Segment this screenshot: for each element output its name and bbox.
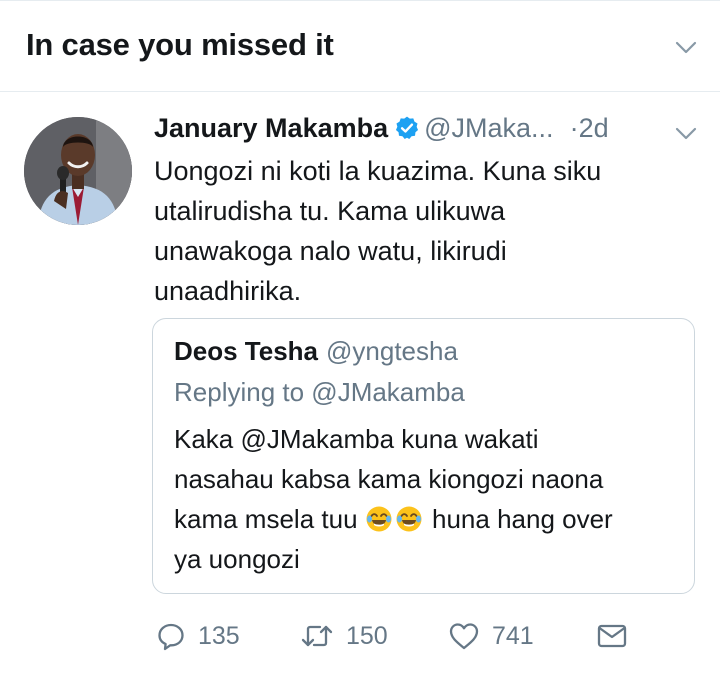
- like-count: 741: [492, 621, 534, 650]
- quote-text-line: Kaka @JMakamba kuna wakati: [174, 424, 539, 454]
- tweet-text-line: Uongozi ni koti la kuazima. Kuna siku: [154, 156, 602, 186]
- tweet-text: Uongozi ni koti la kuazima. Kuna siku ut…: [154, 151, 674, 311]
- separator-dot: ·: [569, 113, 579, 143]
- quote-text-segment: huna hang over: [432, 504, 613, 534]
- tweet-time[interactable]: 2d: [579, 113, 609, 143]
- retweet-button[interactable]: 150: [300, 616, 388, 656]
- retweet-count: 150: [346, 621, 388, 650]
- quote-author-handle: @yngtesha: [326, 336, 458, 366]
- avatar[interactable]: [24, 117, 132, 225]
- tweet-text-line: utalirudisha tu. Kama ulikuwa: [154, 196, 506, 226]
- quoted-tweet-card[interactable]: Deos Tesha @yngtesha Replying to @JMakamb…: [152, 318, 695, 594]
- author-name[interactable]: January Makamba: [154, 113, 388, 143]
- quote-text-segment: kama msela tuu: [174, 504, 358, 534]
- like-icon: [449, 623, 479, 650]
- tweet-text-line: unaadhirika.: [154, 276, 302, 306]
- verified-badge-icon: [396, 116, 419, 139]
- like-button[interactable]: 741: [448, 616, 534, 656]
- chevron-down-icon[interactable]: [674, 36, 698, 60]
- quote-text: Kaka @JMakamba kuna wakati nasahau kabsa…: [174, 419, 684, 579]
- tweet-actions: 135 150 741: [156, 616, 696, 656]
- reply-button[interactable]: 135: [156, 616, 240, 656]
- quote-text-line: nasahau kabsa kama kiongozi naona: [174, 464, 604, 494]
- direct-message-icon: [597, 624, 627, 648]
- retweet-icon: [301, 625, 333, 647]
- section-header: In case you missed it: [0, 0, 720, 92]
- reply-count: 135: [198, 621, 240, 650]
- quote-author-name: Deos Tesha: [174, 336, 319, 366]
- face-with-tears-of-joy-icon: [366, 506, 392, 532]
- quote-header: Deos Tesha @yngtesha: [174, 336, 458, 367]
- face-with-tears-of-joy-icon: [396, 506, 422, 532]
- tweet-text-line: unawakoga nalo watu, likirudi: [154, 236, 507, 266]
- quote-text-line: kama msela tuu huna hang over: [174, 499, 684, 539]
- reply-icon: [158, 623, 184, 651]
- chevron-down-icon[interactable]: [674, 122, 698, 146]
- section-title: In case you missed it: [26, 27, 334, 62]
- tweet-header: January Makamba @JMaka... ·2d: [154, 113, 674, 149]
- replying-to-label: Replying to @JMakamba: [174, 377, 465, 407]
- direct-message-button[interactable]: [596, 616, 640, 656]
- author-handle[interactable]: @JMaka...: [424, 113, 553, 143]
- quote-text-line: ya uongozi: [174, 544, 300, 574]
